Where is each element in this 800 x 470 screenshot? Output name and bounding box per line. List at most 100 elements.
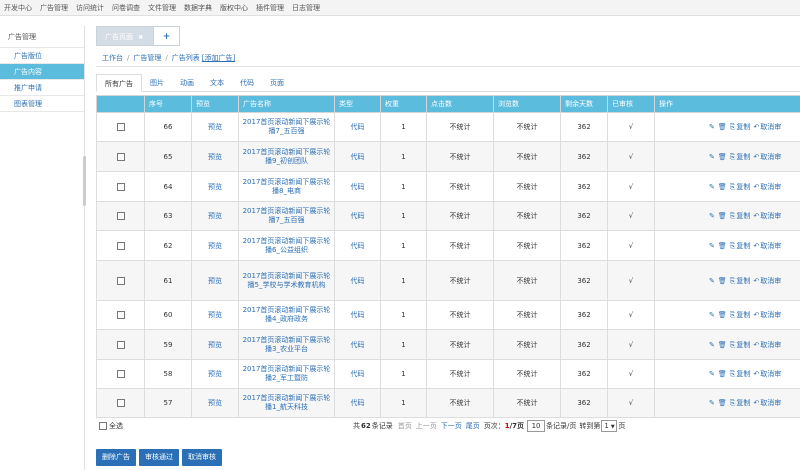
tab-images[interactable]: 图片 (142, 74, 172, 92)
preview-link[interactable]: 预览 (191, 112, 239, 142)
ad-name-link[interactable]: 2017首页滚动新闻下展示轮播7_五百强 (238, 201, 335, 231)
delete-icon[interactable]: 🗑 (718, 341, 727, 349)
edit-icon[interactable]: ✎ (709, 399, 715, 407)
row-checkbox[interactable] (116, 370, 125, 378)
breadcrumb-home[interactable]: 工作台 (102, 53, 123, 63)
first-page-link[interactable]: 首页 (398, 421, 412, 431)
sidebar-item-ad-slots[interactable]: 广告版位 (0, 48, 84, 64)
cell-type[interactable]: 代码 (334, 141, 381, 172)
table-row[interactable]: 57 预览 2017首页滚动新闻下展示轮播1_航天科技 代码 1 不统计 不统计 362 √ ✎ 🗑… (96, 388, 800, 418)
preview-link[interactable]: 预览 (191, 260, 239, 301)
delete-icon[interactable]: 🗑 (718, 123, 727, 131)
delete-icon[interactable]: 🗑 (718, 212, 727, 220)
sidebar-scrollbar[interactable] (83, 156, 86, 206)
select-all-checkbox[interactable] (99, 422, 107, 430)
tab-ad-page[interactable]: 广告页面 ✖ (96, 26, 154, 46)
preview-link[interactable]: 预览 (191, 388, 239, 418)
edit-icon[interactable]: ✎ (709, 370, 715, 378)
preview-link[interactable]: 预览 (191, 329, 239, 360)
cancel-approval-action[interactable]: ↶取消审 (753, 212, 781, 220)
tab-code[interactable]: 代码 (232, 74, 262, 92)
ad-name-link[interactable]: 2017首页滚动新闻下展示轮播2_军工暨防 (238, 359, 335, 389)
delete-icon[interactable]: 🗑 (718, 242, 727, 250)
copy-action[interactable]: ⎘复制 (730, 212, 751, 220)
ad-name-link[interactable]: 2017首页滚动新闻下展示轮播7_五百强 (238, 112, 335, 142)
topnav-dev-center[interactable]: 开发中心 (4, 3, 32, 13)
tab-pages[interactable]: 页面 (262, 74, 292, 92)
topnav-copyright[interactable]: 版权中心 (220, 3, 248, 13)
sidebar-item-charts[interactable]: 图表管理 (0, 96, 84, 112)
table-row[interactable]: 60 预览 2017首页滚动新闻下展示轮播4_政府政务 代码 1 不统计 不统计 362 √ ✎ 🗑… (96, 300, 800, 330)
table-row[interactable]: 59 预览 2017首页滚动新闻下展示轮播3_农业平台 代码 1 不统计 不统计 362 √ ✎ 🗑… (96, 329, 800, 360)
cell-type[interactable]: 代码 (334, 300, 381, 330)
copy-action[interactable]: ⎘复制 (730, 277, 751, 285)
cancel-approval-action[interactable]: ↶取消审 (753, 311, 781, 319)
cancel-approval-action[interactable]: ↶取消审 (753, 341, 781, 349)
table-row[interactable]: 64 预览 2017首页滚动新闻下展示轮播8_电商 代码 1 不统计 不统计 362 √ ✎ 🗑 ⎘复… (96, 171, 800, 202)
row-checkbox[interactable] (116, 182, 125, 191)
row-checkbox[interactable] (116, 399, 125, 407)
last-page-link[interactable]: 尾页 (466, 421, 480, 431)
delete-icon[interactable]: 🗑 (718, 153, 727, 161)
ad-name-link[interactable]: 2017首页滚动新闻下展示轮播3_农业平台 (238, 329, 335, 360)
edit-icon[interactable]: ✎ (709, 311, 715, 319)
delete-icon[interactable]: 🗑 (718, 399, 727, 407)
cell-type[interactable]: 代码 (334, 171, 381, 202)
edit-icon[interactable]: ✎ (709, 277, 715, 285)
sidebar-item-ad-content[interactable]: 广告内容 (0, 64, 84, 80)
delete-icon[interactable]: 🗑 (718, 277, 727, 285)
copy-action[interactable]: ⎘复制 (730, 242, 751, 250)
delete-icon[interactable]: 🗑 (718, 311, 727, 319)
cancel-approval-action[interactable]: ↶取消审 (753, 183, 781, 191)
prev-page-link[interactable]: 上一页 (416, 421, 437, 431)
table-row[interactable]: 63 预览 2017首页滚动新闻下展示轮播7_五百强 代码 1 不统计 不统计 362 √ ✎ 🗑 ⎘… (96, 201, 800, 231)
breadcrumb-module[interactable]: 广告管理 (133, 53, 161, 63)
cell-type[interactable]: 代码 (334, 359, 381, 389)
row-checkbox[interactable] (116, 123, 125, 131)
tab-animations[interactable]: 动画 (172, 74, 202, 92)
topnav-files[interactable]: 文件管理 (148, 3, 176, 13)
table-row[interactable]: 58 预览 2017首页滚动新闻下展示轮播2_军工暨防 代码 1 不统计 不统计 362 √ ✎ 🗑… (96, 359, 800, 389)
topnav-plugins[interactable]: 插件管理 (256, 3, 284, 13)
cancel-approval-action[interactable]: ↶取消审 (753, 370, 781, 378)
cancel-approval-action[interactable]: ↶取消审 (753, 277, 781, 285)
cell-type[interactable]: 代码 (334, 329, 381, 360)
row-checkbox[interactable] (116, 311, 125, 319)
sidebar-item-promo-requests[interactable]: 推广申请 (0, 80, 84, 96)
close-icon[interactable]: ✖ (138, 34, 143, 41)
cell-type[interactable]: 代码 (334, 112, 381, 142)
row-checkbox[interactable] (116, 340, 125, 349)
edit-icon[interactable]: ✎ (709, 212, 715, 220)
copy-action[interactable]: ⎘复制 (730, 370, 751, 378)
edit-icon[interactable]: ✎ (709, 341, 715, 349)
ad-name-link[interactable]: 2017首页滚动新闻下展示轮播4_政府政务 (238, 300, 335, 330)
row-checkbox[interactable] (116, 212, 125, 220)
cancel-approval-action[interactable]: ↶取消审 (753, 153, 781, 161)
ad-name-link[interactable]: 2017首页滚动新闻下展示轮播8_电商 (238, 171, 335, 202)
table-row[interactable]: 61 预览 2017首页滚动新闻下展示轮播5_学校与学术教育机构 代码 1 不统计 不统计 3… (96, 260, 800, 301)
preview-link[interactable]: 预览 (191, 230, 239, 261)
goto-page-select[interactable]: 1 ▼ (601, 420, 618, 432)
preview-link[interactable]: 预览 (191, 300, 239, 330)
table-row[interactable]: 66 预览 2017首页滚动新闻下展示轮播7_五百强 代码 1 不统计 不统计 362 √ ✎ 🗑 ⎘… (96, 112, 800, 142)
ad-name-link[interactable]: 2017首页滚动新闻下展示轮播9_初创团队 (238, 141, 335, 172)
delete-icon[interactable]: 🗑 (718, 183, 727, 191)
delete-ad-button[interactable]: 删除广告 (96, 449, 136, 466)
copy-action[interactable]: ⎘复制 (730, 399, 751, 407)
topnav-survey[interactable]: 问卷调查 (112, 3, 140, 13)
breadcrumb-page[interactable]: 广告列表 (172, 53, 200, 63)
cell-type[interactable]: 代码 (334, 201, 381, 231)
delete-icon[interactable]: 🗑 (718, 370, 727, 378)
cancel-approval-action[interactable]: ↶取消审 (753, 399, 781, 407)
table-row[interactable]: 65 预览 2017首页滚动新闻下展示轮播9_初创团队 代码 1 不统计 不统计 362 √ ✎ 🗑… (96, 141, 800, 172)
preview-link[interactable]: 预览 (191, 201, 239, 231)
edit-icon[interactable]: ✎ (709, 183, 715, 191)
preview-link[interactable]: 预览 (191, 171, 239, 202)
topnav-stats[interactable]: 访问统计 (76, 3, 104, 13)
cancel-approval-button[interactable]: 取消审核 (182, 449, 222, 466)
cell-type[interactable]: 代码 (334, 388, 381, 418)
row-checkbox[interactable] (116, 241, 125, 250)
tab-text[interactable]: 文本 (202, 74, 232, 92)
select-all[interactable]: 全选 (99, 421, 123, 431)
approve-button[interactable]: 审核通过 (139, 449, 179, 466)
